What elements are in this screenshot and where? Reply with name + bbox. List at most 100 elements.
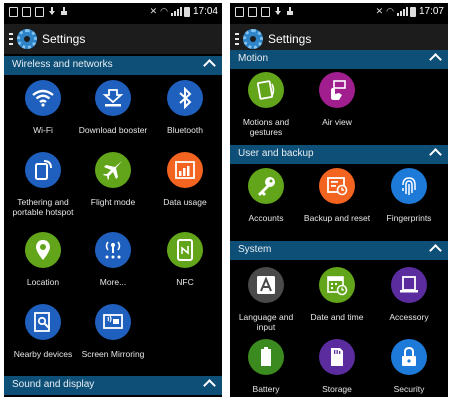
settings-item-location[interactable]: Location [7, 232, 79, 287]
action-bar: Settings [4, 24, 222, 54]
section-header-system[interactable]: System [230, 241, 448, 260]
settings-item-more[interactable]: More... [77, 232, 149, 287]
gear-icon [17, 29, 37, 49]
location-pin-icon [25, 232, 61, 268]
chevron-up-icon [203, 379, 216, 392]
notification-icon [9, 7, 18, 17]
chevron-up-icon [429, 244, 442, 257]
notification-icons [235, 7, 294, 17]
item-label: Tethering and portable hotspot [12, 197, 74, 217]
status-bar: ✕ ◠ 17:04 [4, 3, 222, 24]
menu-icon[interactable] [235, 33, 239, 45]
menu-icon[interactable] [9, 33, 13, 45]
item-label: Accessory [389, 312, 429, 322]
battery-status-icon [183, 6, 190, 17]
item-label: NFC [176, 277, 194, 287]
item-label: Bluetooth [167, 125, 203, 135]
bluetooth-icon [167, 80, 203, 116]
image-icon [261, 7, 270, 17]
motions-gestures-icon [248, 72, 284, 108]
settings-item-date-time[interactable]: Date and time [301, 267, 373, 322]
item-label: Date and time [310, 312, 364, 322]
battery-status-icon [409, 6, 416, 17]
item-label: Backup and reset [303, 213, 371, 223]
item-label: Accounts [248, 213, 284, 223]
data-usage-icon [167, 152, 203, 188]
settings-item-language-input[interactable]: Language and input [230, 267, 302, 332]
section-label: User and backup [238, 148, 314, 159]
section-header-wireless[interactable]: Wireless and networks [4, 56, 222, 75]
airplane-icon [95, 152, 131, 188]
cell-signal-icon [396, 7, 408, 16]
section-label: System [238, 244, 272, 255]
item-label: Fingerprints [386, 213, 432, 223]
lock-icon [391, 339, 427, 375]
settings-item-nfc[interactable]: NFC [149, 232, 221, 287]
mute-icon: ✕ [149, 6, 158, 16]
chevron-up-icon [429, 53, 442, 66]
settings-item-wifi[interactable]: Wi-Fi [7, 80, 79, 135]
settings-item-data-usage[interactable]: Data usage [149, 152, 221, 207]
settings-item-tethering[interactable]: Tethering and portable hotspot [7, 152, 79, 217]
item-label: Language and input [238, 312, 294, 332]
image-icon [35, 7, 44, 17]
settings-item-bluetooth[interactable]: Bluetooth [149, 80, 221, 135]
section-header-sound-display[interactable]: Sound and display [4, 376, 222, 395]
settings-item-accounts[interactable]: Accounts [230, 168, 302, 223]
download-icon [60, 7, 68, 17]
section-header-motion[interactable]: Motion [230, 50, 448, 69]
wifi-signal-icon: ◠ [386, 6, 394, 16]
settings-item-screen-mirroring[interactable]: Screen Mirroring [77, 304, 149, 359]
item-label: Air view [322, 117, 352, 127]
section-label: Sound and display [12, 379, 95, 390]
item-label: Flight mode [90, 197, 136, 207]
item-label: Location [26, 277, 60, 287]
backup-reset-icon [319, 168, 355, 204]
wifi-signal-icon: ◠ [160, 6, 168, 16]
more-networks-icon [95, 232, 131, 268]
gear-icon [243, 29, 263, 49]
air-view-icon [319, 72, 355, 108]
item-label: Download booster [78, 125, 148, 135]
settings-item-air-view[interactable]: Air view [301, 72, 373, 127]
notification-icons [9, 7, 68, 17]
section-header-user-backup[interactable]: User and backup [230, 145, 448, 164]
calendar-clock-icon [319, 267, 355, 303]
item-label: Security [393, 384, 425, 394]
page-title: Settings [268, 32, 312, 46]
settings-screen-right: ✕ ◠ 17:07 Settings Motion Motions and ge… [230, 3, 448, 397]
screen-mirroring-icon [95, 304, 131, 340]
page-title: Settings [42, 32, 86, 46]
settings-item-flight-mode[interactable]: Flight mode [77, 152, 149, 207]
item-label: Motions and gestures [242, 117, 290, 137]
item-label: Nearby devices [13, 349, 73, 359]
chevron-up-icon [203, 59, 216, 72]
download-icon [274, 7, 282, 17]
settings-item-backup-reset[interactable]: Backup and reset [301, 168, 373, 223]
section-label: Wireless and networks [12, 59, 113, 70]
item-label: Battery [252, 384, 280, 394]
key-icon [248, 168, 284, 204]
storage-card-icon [319, 339, 355, 375]
chevron-up-icon [429, 148, 442, 161]
notification-icon [235, 7, 244, 17]
settings-item-accessory[interactable]: Accessory [373, 267, 445, 322]
fingerprint-icon [391, 168, 427, 204]
cell-signal-icon [170, 7, 182, 16]
mute-icon: ✕ [375, 6, 384, 16]
mail-icon [22, 7, 31, 17]
download-booster-icon [95, 80, 131, 116]
mail-icon [248, 7, 257, 17]
settings-item-motions-gestures[interactable]: Motions and gestures [230, 72, 302, 137]
settings-item-nearby-devices[interactable]: Nearby devices [7, 304, 79, 359]
item-label: Storage [322, 384, 352, 394]
settings-item-storage[interactable]: Storage [301, 339, 373, 394]
nearby-devices-icon [25, 304, 61, 340]
item-label: Data usage [163, 197, 207, 207]
item-label: Wi-Fi [33, 125, 53, 135]
settings-item-fingerprints[interactable]: Fingerprints [373, 168, 445, 223]
settings-item-security[interactable]: Security [373, 339, 445, 394]
settings-item-download-booster[interactable]: Download booster [77, 80, 149, 135]
wifi-icon [25, 80, 61, 116]
settings-item-battery[interactable]: Battery [230, 339, 302, 394]
